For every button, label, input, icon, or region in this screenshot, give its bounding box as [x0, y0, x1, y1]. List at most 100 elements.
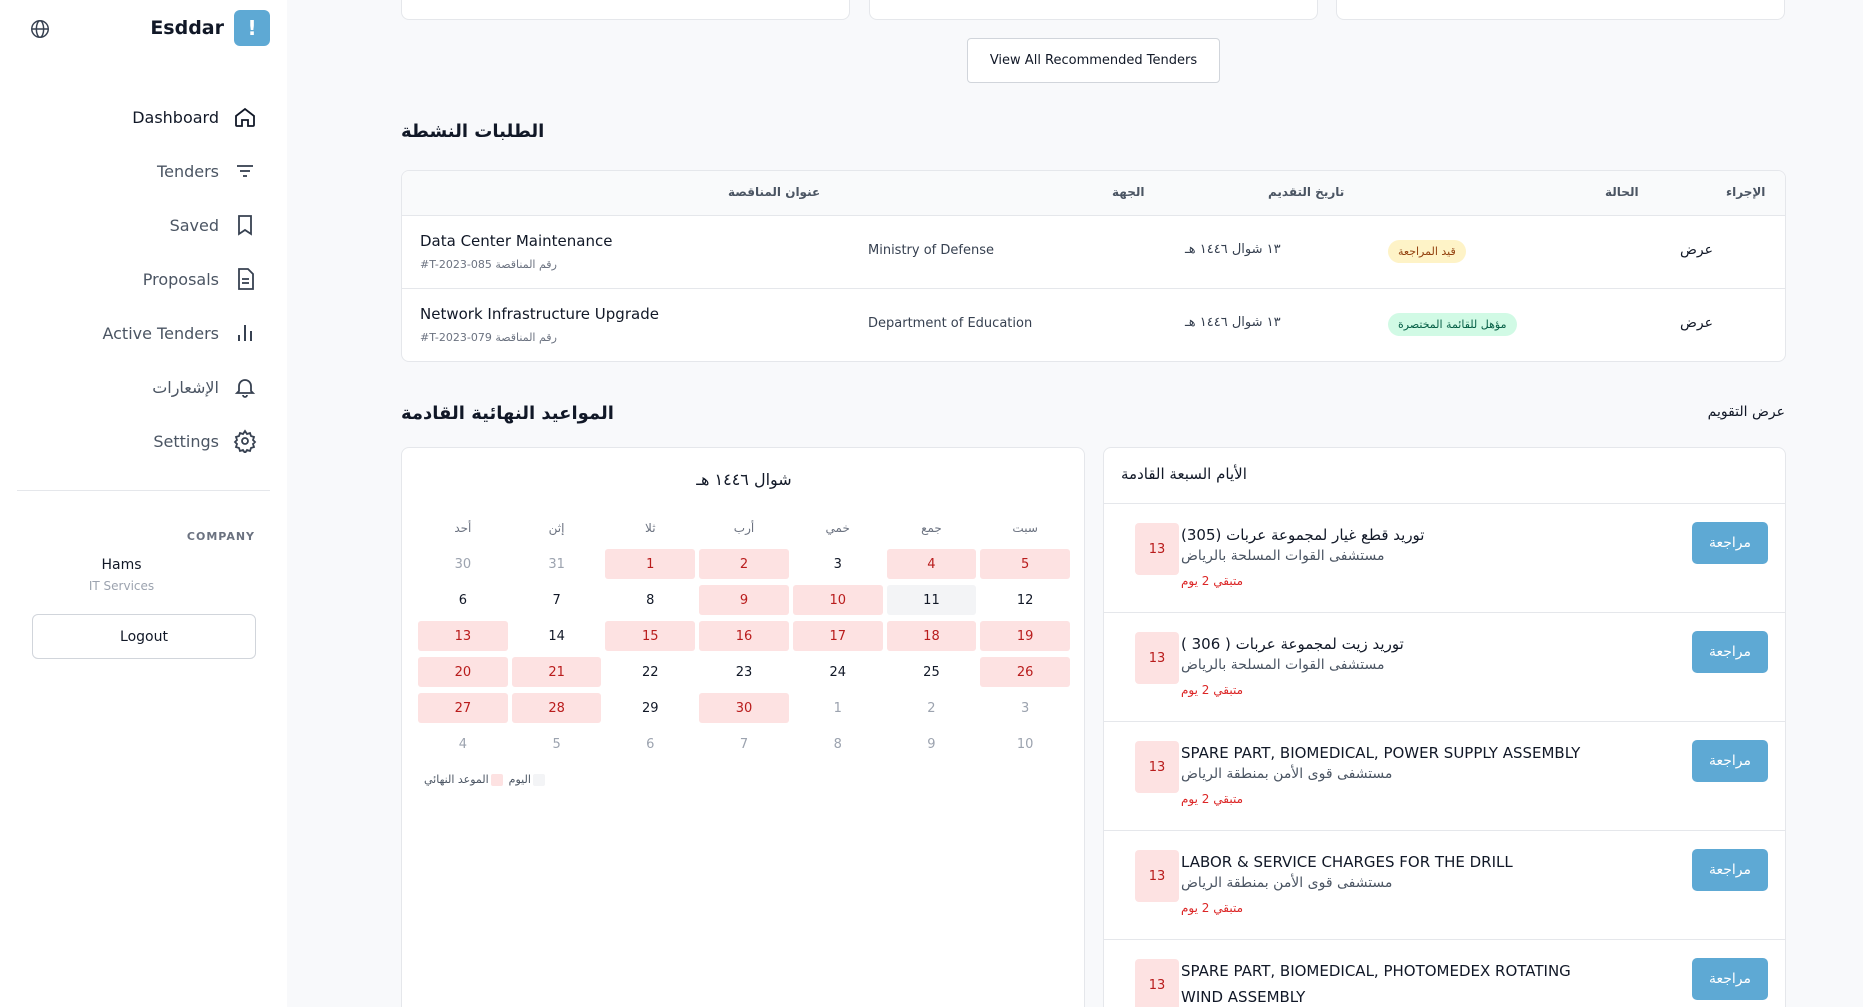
- panel-title: الأيام السبعة القادمة: [1121, 465, 1247, 483]
- logout-button[interactable]: Logout: [32, 614, 256, 659]
- submission-date: ١٣ شوال ١٤٤٦ هـ: [1185, 315, 1281, 330]
- calendar-day[interactable]: 10: [792, 585, 883, 615]
- nav-item-saved[interactable]: Saved: [17, 198, 257, 252]
- calendar-day[interactable]: 12: [980, 585, 1070, 615]
- calendar-day[interactable]: 1: [605, 549, 696, 579]
- home-icon: [235, 107, 255, 127]
- calendar-day[interactable]: 6: [418, 585, 508, 615]
- calendar-day[interactable]: 29: [605, 693, 695, 723]
- calendar-day[interactable]: 2: [887, 693, 977, 723]
- calendar-day[interactable]: 7: [699, 729, 789, 759]
- company-label: COMPANY: [186, 530, 255, 543]
- calendar-day[interactable]: 2: [699, 549, 789, 579]
- calendar-day[interactable]: 15: [605, 621, 696, 651]
- calendar-day[interactable]: 19: [980, 621, 1070, 651]
- calendar-day[interactable]: 28: [511, 693, 602, 723]
- weekday-label: أحد: [454, 521, 472, 535]
- deadline-date: 13: [1135, 741, 1179, 793]
- calendar-day[interactable]: 8: [793, 729, 883, 759]
- calendar-day[interactable]: 22: [605, 657, 695, 687]
- calendar-day[interactable]: 5: [512, 729, 602, 759]
- calendar-day[interactable]: 31: [512, 549, 602, 579]
- calendar-day[interactable]: 5: [980, 549, 1070, 579]
- calendar-day[interactable]: 30: [699, 693, 789, 723]
- calendar-day[interactable]: 27: [418, 693, 508, 723]
- calendar-day[interactable]: 10: [980, 729, 1070, 759]
- calendar-month-title: شوال ١٤٤٦ هـ: [696, 470, 792, 489]
- calendar-day[interactable]: 18: [886, 621, 977, 651]
- calendar-day[interactable]: 9: [699, 585, 789, 615]
- nav-item-label: Active Tenders: [102, 323, 219, 343]
- tender-name: توريد قطع غيار لمجموعة عربات (305): [1181, 526, 1425, 544]
- weekday-label: خمي: [825, 521, 850, 535]
- calendar-day[interactable]: 23: [699, 657, 789, 687]
- nav-item-active-tenders[interactable]: Active Tenders: [17, 306, 257, 360]
- view-link[interactable]: عرض: [1680, 242, 1713, 258]
- recommended-card[interactable]: [869, 0, 1318, 20]
- globe-icon[interactable]: [29, 18, 51, 40]
- active-applications-title: الطلبات النشطة: [401, 121, 545, 142]
- submission-date: ١٣ شوال ١٤٤٦ هـ: [1185, 242, 1281, 257]
- recommended-card[interactable]: [1336, 0, 1785, 20]
- list-item: 13 LABOR & SERVICE CHARGES FOR THE DRILL م…: [1104, 831, 1785, 940]
- review-button[interactable]: مراجعة: [1692, 958, 1768, 1000]
- sidebar: Esddar ! Dashboard Tenders Saved Proposa…: [0, 0, 287, 1007]
- nav-item-settings[interactable]: Settings: [17, 414, 257, 468]
- list-item: 13 SPARE PART, BIOMEDICAL, POWER SUPPLY A…: [1104, 722, 1785, 831]
- deadline-date: 13: [1135, 632, 1179, 684]
- calendar-day[interactable]: 3: [980, 693, 1070, 723]
- calendar-day[interactable]: 9: [887, 729, 977, 759]
- view-link[interactable]: عرض: [1680, 315, 1713, 331]
- brand[interactable]: Esddar !: [150, 10, 270, 46]
- tender-organization: مستشفى القوات المسلحة بالرياض: [1181, 548, 1385, 564]
- list-item: 13 توريد زيت لمجموعة عربات ( 306 ) مستشفى …: [1104, 613, 1785, 722]
- weekday-label: إثن: [548, 521, 565, 535]
- table-row[interactable]: Data Center Maintenance #T-2023-085 رقم …: [402, 216, 1785, 289]
- nav-item-label: Dashboard: [132, 107, 219, 127]
- calendar-day[interactable]: 26: [980, 657, 1070, 687]
- weekday-label: أرب: [733, 521, 755, 535]
- calendar-day[interactable]: 25: [887, 657, 977, 687]
- calendar-day[interactable]: 7: [512, 585, 602, 615]
- nav-item-label: Tenders: [157, 161, 219, 181]
- calendar-day[interactable]: 1: [793, 693, 883, 723]
- review-button[interactable]: مراجعة: [1692, 522, 1768, 564]
- brand-logo: !: [234, 10, 270, 46]
- bell-icon: [234, 379, 256, 398]
- calendar-day[interactable]: 4: [418, 729, 508, 759]
- gear-icon: [233, 429, 257, 453]
- tender-number: #T-2023-079 رقم المناقصة: [420, 331, 557, 344]
- nav-item-proposals[interactable]: Proposals: [17, 252, 257, 306]
- header-status: الحالة: [1605, 185, 1639, 199]
- review-button[interactable]: مراجعة: [1692, 740, 1768, 782]
- calendar-day[interactable]: 4: [886, 549, 977, 579]
- calendar-day[interactable]: 16: [699, 621, 789, 651]
- calendar-day[interactable]: 20: [418, 657, 508, 687]
- view-all-recommended-button[interactable]: View All Recommended Tenders: [967, 38, 1220, 83]
- review-button[interactable]: مراجعة: [1692, 849, 1768, 891]
- calendar-day[interactable]: 17: [792, 621, 883, 651]
- calendar-day[interactable]: 6: [605, 729, 695, 759]
- document-icon: [238, 268, 254, 290]
- calendar-day[interactable]: 8: [605, 585, 695, 615]
- calendar-day[interactable]: 21: [511, 657, 602, 687]
- nav-item-dashboard[interactable]: Dashboard: [17, 90, 257, 144]
- view-calendar-link[interactable]: عرض التقويم: [1708, 404, 1785, 420]
- legend-swatch-today: [532, 773, 545, 786]
- calendar-day[interactable]: 11: [886, 585, 977, 615]
- table-row[interactable]: Network Infrastructure Upgrade #T-2023-0…: [402, 289, 1785, 361]
- company-info: COMPANY Hams IT Services: [0, 530, 287, 593]
- tender-entity: Ministry of Defense: [868, 243, 994, 258]
- nav-item-notifications[interactable]: الإشعارات: [17, 360, 257, 414]
- calendar-day[interactable]: 30: [418, 549, 508, 579]
- calendar-day[interactable]: 24: [793, 657, 883, 687]
- review-button[interactable]: مراجعة: [1692, 631, 1768, 673]
- calendar-day[interactable]: 14: [512, 621, 602, 651]
- tender-name: SPARE PART, BIOMEDICAL, PHOTOMEDEX ROTAT…: [1181, 962, 1571, 1006]
- next-seven-days-panel: الأيام السبعة القادمة 13 توريد قطع غيار ل…: [1103, 447, 1786, 1007]
- recommended-card[interactable]: [401, 0, 850, 20]
- nav-item-tenders[interactable]: Tenders: [17, 144, 257, 198]
- calendar-day[interactable]: 13: [418, 621, 508, 651]
- calendar-grid: سبت جمع خمي أرب ثلا إثن أحد 5 4 3 2 1 31 30 12 11 10 9 8 7 6…: [418, 510, 1070, 762]
- calendar-day[interactable]: 3: [793, 549, 883, 579]
